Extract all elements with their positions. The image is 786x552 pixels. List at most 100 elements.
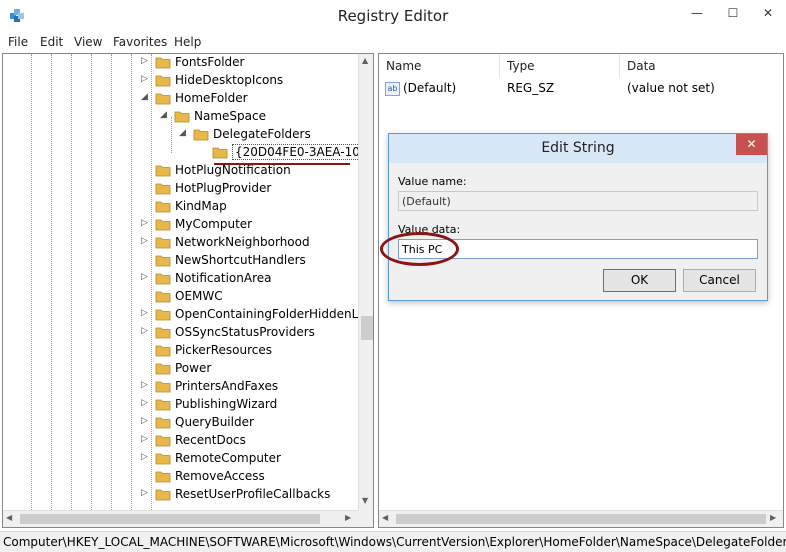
tree-item[interactable]: ◢ DelegateFolders [3,126,357,144]
expand-arrow-icon[interactable]: ▷ [141,416,151,426]
current-key-path: Computer\HKEY_LOCAL_MACHINE\SOFTWARE\Mic… [3,535,786,549]
tree-item[interactable]: ◢ HomeFolder [3,90,357,108]
tree-item-label: NameSpace [194,109,266,123]
tree-item[interactable]: HotPlugProvider [3,180,357,198]
tree-item[interactable]: ▷ OSSyncStatusProviders [3,324,357,342]
expand-arrow-icon[interactable]: ▷ [141,452,151,462]
value-name-field: (Default) [398,191,758,211]
value-name[interactable]: (Default) [403,81,456,95]
tree-item[interactable]: ▷ ResetUserProfileCallbacks [3,486,357,504]
annotation-ellipse [380,232,459,266]
tree-item-label: NewShortcutHandlers [175,253,306,267]
tree-item[interactable]: ▷ NetworkNeighborhood [3,234,357,252]
menu-edit[interactable]: Edit [40,35,63,49]
value-data: (value not set) [627,81,715,95]
folder-icon [155,201,171,213]
menu-file[interactable]: File [8,35,28,49]
dialog-title-bar[interactable]: Edit String ✕ [389,134,767,163]
expand-arrow-icon[interactable]: ▷ [141,398,151,408]
maximize-button[interactable]: ☐ [718,6,748,34]
tree-item[interactable]: RemoveAccess [3,468,357,486]
value-name-label: Value name: [398,175,467,188]
tree-item-label: OEMWC [175,289,223,303]
expand-arrow-icon[interactable]: ▷ [141,488,151,498]
folder-icon [155,489,171,501]
expand-arrow-icon[interactable]: ▷ [141,218,151,228]
tree-item-label: RemoveAccess [175,469,265,483]
tree-item[interactable]: ▷ PrintersAndFaxes [3,378,357,396]
folder-icon [155,57,171,69]
tree-item-label: HideDesktopIcons [175,73,284,87]
tree-item-label: RecentDocs [175,433,246,447]
tree-horizontal-scrollbar[interactable]: ◀ ▶ [3,510,358,527]
minimize-button[interactable]: — [682,6,712,34]
expand-arrow-icon[interactable]: ▷ [141,380,151,390]
tree-item[interactable]: OEMWC [3,288,357,306]
dialog-close-button[interactable]: ✕ [736,134,767,155]
menu-view[interactable]: View [74,35,102,49]
tree-item[interactable]: ▷ HideDesktopIcons [3,72,357,90]
scroll-right-arrow-icon[interactable]: ▶ [770,513,776,522]
tree-item[interactable]: KindMap [3,198,357,216]
expand-arrow-icon[interactable]: ▷ [141,56,151,66]
expand-arrow-icon[interactable]: ▷ [141,308,151,318]
collapse-arrow-icon[interactable]: ◢ [160,110,170,120]
folder-icon [155,237,171,249]
tree-item[interactable]: ◢ NameSpace [3,108,357,126]
expand-arrow-icon[interactable]: ▷ [141,272,151,282]
menu-help[interactable]: Help [174,35,201,49]
scroll-left-arrow-icon[interactable]: ◀ [6,513,12,522]
string-value-icon: ab [385,82,400,96]
tree-item[interactable]: ▷ QueryBuilder [3,414,357,432]
list-hscroll-thumb[interactable] [396,514,766,524]
tree-item[interactable]: {20D04FE0-3AEA-1069-A [3,144,373,162]
tree-item-label: RemoteComputer [175,451,281,465]
tree-item[interactable]: ▷ FontsFolder [3,54,357,72]
tree-item[interactable]: NewShortcutHandlers [3,252,357,270]
folder-icon [155,219,171,231]
resize-grip-icon[interactable]: ⋰ [770,538,779,548]
tree-hscroll-thumb[interactable] [20,514,320,524]
cancel-button[interactable]: Cancel [683,269,756,292]
expand-arrow-icon[interactable]: ▷ [141,434,151,444]
scroll-down-arrow-icon[interactable]: ▼ [362,496,368,505]
column-header-data[interactable]: Data [620,54,783,78]
list-horizontal-scrollbar[interactable]: ◀ ▶ [379,510,783,527]
tree-item-label: OpenContainingFolderHiddenList [175,307,373,321]
status-bar: Computer\HKEY_LOCAL_MACHINE\SOFTWARE\Mic… [0,531,786,552]
folder-icon [155,471,171,483]
annotation-underline [214,163,350,165]
tree-item-label: FontsFolder [175,55,245,69]
ok-button[interactable]: OK [603,269,676,292]
folder-icon [212,147,228,159]
close-button[interactable]: ✕ [750,6,786,34]
scroll-right-arrow-icon[interactable]: ▶ [345,513,351,522]
tree-item[interactable]: Power [3,360,357,378]
expand-arrow-icon[interactable]: ▷ [141,236,151,246]
tree-item[interactable]: ▷ RecentDocs [3,432,357,450]
expand-arrow-icon[interactable]: ▷ [141,74,151,84]
menu-favorites[interactable]: Favorites [113,35,167,49]
expand-arrow-icon[interactable]: ▷ [141,326,151,336]
tree-item[interactable]: ▷ MyComputer [3,216,357,234]
registry-tree[interactable]: ▷ FontsFolder ▷ HideDesktopIcons ◢ HomeFolder… [2,53,374,528]
tree-scroll-thumb[interactable] [361,316,373,340]
scroll-up-arrow-icon[interactable]: ▲ [362,56,368,65]
folder-icon [155,255,171,267]
column-header-type[interactable]: Type [500,54,620,78]
tree-item[interactable]: ▷ NotificationArea [3,270,357,288]
tree-vertical-scrollbar[interactable]: ▲ ▼ [358,54,373,510]
tree-item[interactable]: ▷ OpenContainingFolderHiddenList [3,306,373,324]
collapse-arrow-icon[interactable]: ◢ [141,92,151,102]
scroll-left-arrow-icon[interactable]: ◀ [382,513,388,522]
collapse-arrow-icon[interactable]: ◢ [179,128,189,138]
folder-icon [174,111,190,123]
column-header-name[interactable]: Name [379,54,500,78]
folder-icon [155,345,171,357]
folder-icon [155,291,171,303]
tree-item[interactable]: PickerResources [3,342,357,360]
folder-icon [155,417,171,429]
tree-item[interactable]: ▷ PublishingWizard [3,396,357,414]
tree-item-label: Power [175,361,212,375]
tree-item[interactable]: ▷ RemoteComputer [3,450,357,468]
